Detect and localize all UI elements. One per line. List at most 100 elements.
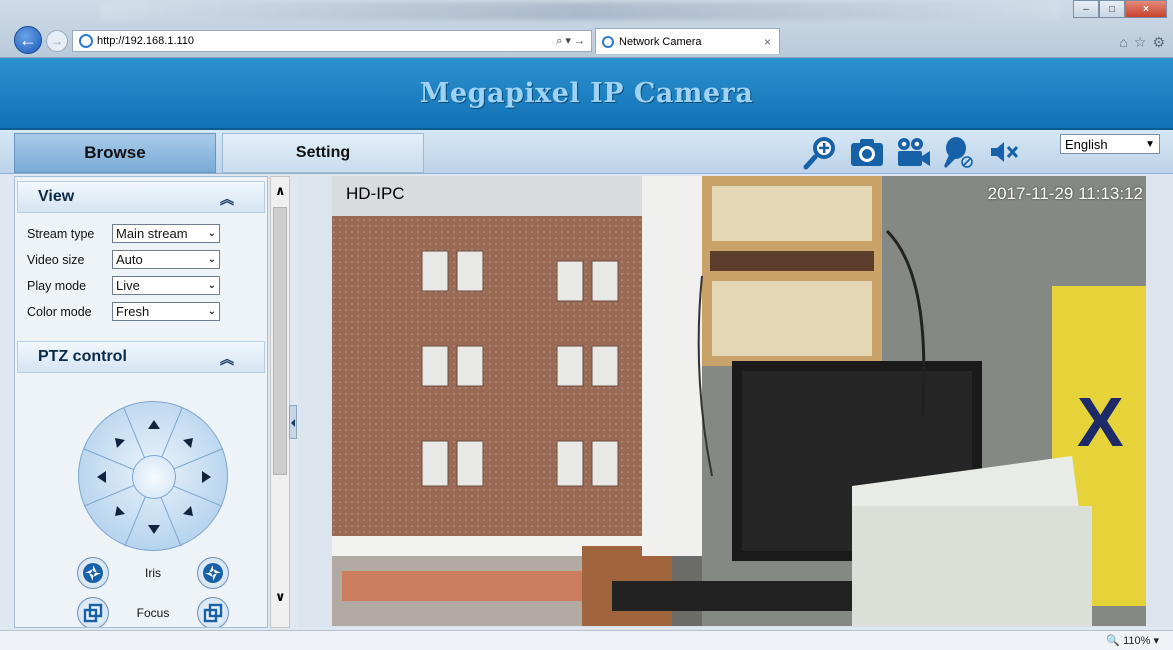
banner-title: Megapixel IP Camera [419,77,754,109]
left-panel: View ︽ Stream type Main stream ⌄ Video s… [14,176,268,628]
chevron-down-icon: ⌄ [207,306,216,317]
stream-type-value: Main stream [116,226,188,241]
focus-label: Focus [136,606,170,620]
scroll-down-icon[interactable]: ∨ [275,589,286,605]
chevron-up-icon[interactable]: ︽ [220,349,234,369]
language-value: English [1065,136,1108,152]
stream-type-label: Stream type [27,226,95,241]
ie-page-icon [79,34,93,48]
iris-close-button[interactable] [197,557,229,589]
snapshot-button[interactable] [846,132,888,172]
ptz-up-arrow-icon [148,420,160,429]
maximize-button[interactable]: □ [1099,0,1125,18]
ptz-section-header[interactable]: PTZ control ︽ [17,341,265,373]
play-mode-value: Live [116,278,140,293]
video-size-select[interactable]: Auto ⌄ [112,250,220,269]
address-bar[interactable]: http://192.168.1.110 ⌕ ▾ → [72,30,592,52]
play-mode-row: Play mode Live ⌄ [15,274,267,297]
panel-collapse-handle[interactable] [289,405,297,439]
microphone-icon [944,137,973,168]
browser-tab[interactable]: Network Camera × [595,28,780,54]
iris-label: Iris [145,566,161,580]
window-controls: – □ × [1073,0,1167,18]
live-video[interactable]: X [332,176,1146,626]
chevron-up-icon[interactable]: ︽ [220,189,234,209]
nav-row: Browse Setting English ▼ [0,130,1173,174]
settings-gear-icon[interactable]: ⚙ [1152,34,1165,51]
ptz-section-title: PTZ control [38,348,127,365]
snapshot-icon [851,139,883,166]
ptz-down-left-arrow-icon [115,506,125,516]
record-button[interactable] [892,132,934,172]
osd-camera-name: HD-IPC [346,184,405,203]
forward-button[interactable]: → [46,30,68,52]
zoom-level[interactable]: 🔍 110% ▾ [1106,634,1159,647]
play-mode-select[interactable]: Live ⌄ [112,276,220,295]
zoom-value: 110% [1123,635,1151,647]
scroll-up-icon[interactable]: ∧ [275,183,286,199]
focus-row: Focus [77,597,229,627]
view-section-header[interactable]: View ︽ [17,181,265,213]
ptz-left-arrow-icon [97,471,106,483]
focus-icon [83,603,103,623]
ie-tab-icon [602,35,614,48]
record-icon [898,138,930,166]
address-text: http://192.168.1.110 [97,35,195,47]
talk-button[interactable] [938,132,980,172]
view-section-title: View [38,188,75,205]
audio-button[interactable] [984,132,1026,172]
ptz-right-arrow-icon [202,471,211,483]
color-mode-select[interactable]: Fresh ⌄ [112,302,220,321]
chevron-down-icon: ▼ [1145,138,1155,150]
tab-browse[interactable]: Browse [14,133,216,173]
tab-close-icon[interactable]: × [764,35,771,49]
tab-title: Network Camera [619,35,702,48]
ptz-up-left-arrow-icon [115,438,125,448]
scroll-thumb[interactable] [273,207,287,475]
blurred-favorites-bar [100,2,1060,20]
focus-icon [203,603,223,623]
ptz-up-right-arrow-icon [183,438,193,448]
browser-chrome: ← → http://192.168.1.110 ⌕ ▾ → Network C… [0,0,1173,58]
chevron-down-icon: ⌄ [207,254,216,265]
minimize-button[interactable]: – [1073,0,1099,18]
video-size-value: Auto [116,252,143,267]
favorites-star-icon[interactable]: ☆ [1134,34,1147,51]
language-select[interactable]: English ▼ [1060,134,1160,154]
iris-row: Iris [77,557,229,589]
browser-status-bar: 🔍 110% ▾ [0,630,1173,650]
focus-far-button[interactable] [197,597,229,627]
video-size-row: Video size Auto ⌄ [15,248,267,271]
mute-icon [991,142,1019,162]
ptz-down-arrow-icon [148,525,160,534]
close-window-button[interactable]: × [1125,0,1167,18]
zoom-button[interactable] [800,132,842,172]
video-size-label: Video size [27,252,85,267]
zoom-in-icon [803,137,835,170]
svg-text:X: X [1077,383,1124,461]
chevron-down-icon: ⌄ [207,280,216,291]
stream-type-row: Stream type Main stream ⌄ [15,222,267,245]
page-banner: Megapixel IP Camera [0,58,1173,130]
stream-type-select[interactable]: Main stream ⌄ [112,224,220,243]
aperture-icon [203,563,223,583]
iris-open-button[interactable] [77,557,109,589]
forward-arrow-icon: → [51,34,63,48]
ptz-direction-pad[interactable] [78,401,228,551]
ptz-down-right-arrow-icon [183,506,193,516]
home-icon[interactable]: ⌂ [1119,34,1127,51]
ptz-arrows [97,420,211,534]
camera-view-image: X [332,176,1146,626]
color-mode-label: Color mode [27,304,92,319]
chevron-down-icon: ⌄ [207,228,216,239]
address-tools[interactable]: ⌕ ▾ → [556,34,585,48]
aperture-icon [83,563,103,583]
tab-setting[interactable]: Setting [222,133,424,173]
left-panel-scrollbar[interactable]: ∧ ∨ [270,176,290,628]
back-button[interactable]: ← [14,26,42,54]
play-mode-label: Play mode [27,278,87,293]
browser-tool-icons: ⌂ ☆ ⚙ [1119,34,1165,51]
focus-near-button[interactable] [77,597,109,627]
osd-timestamp: 2017-11-29 11:13:12 [987,184,1143,203]
color-mode-row: Color mode Fresh ⌄ [15,300,267,323]
